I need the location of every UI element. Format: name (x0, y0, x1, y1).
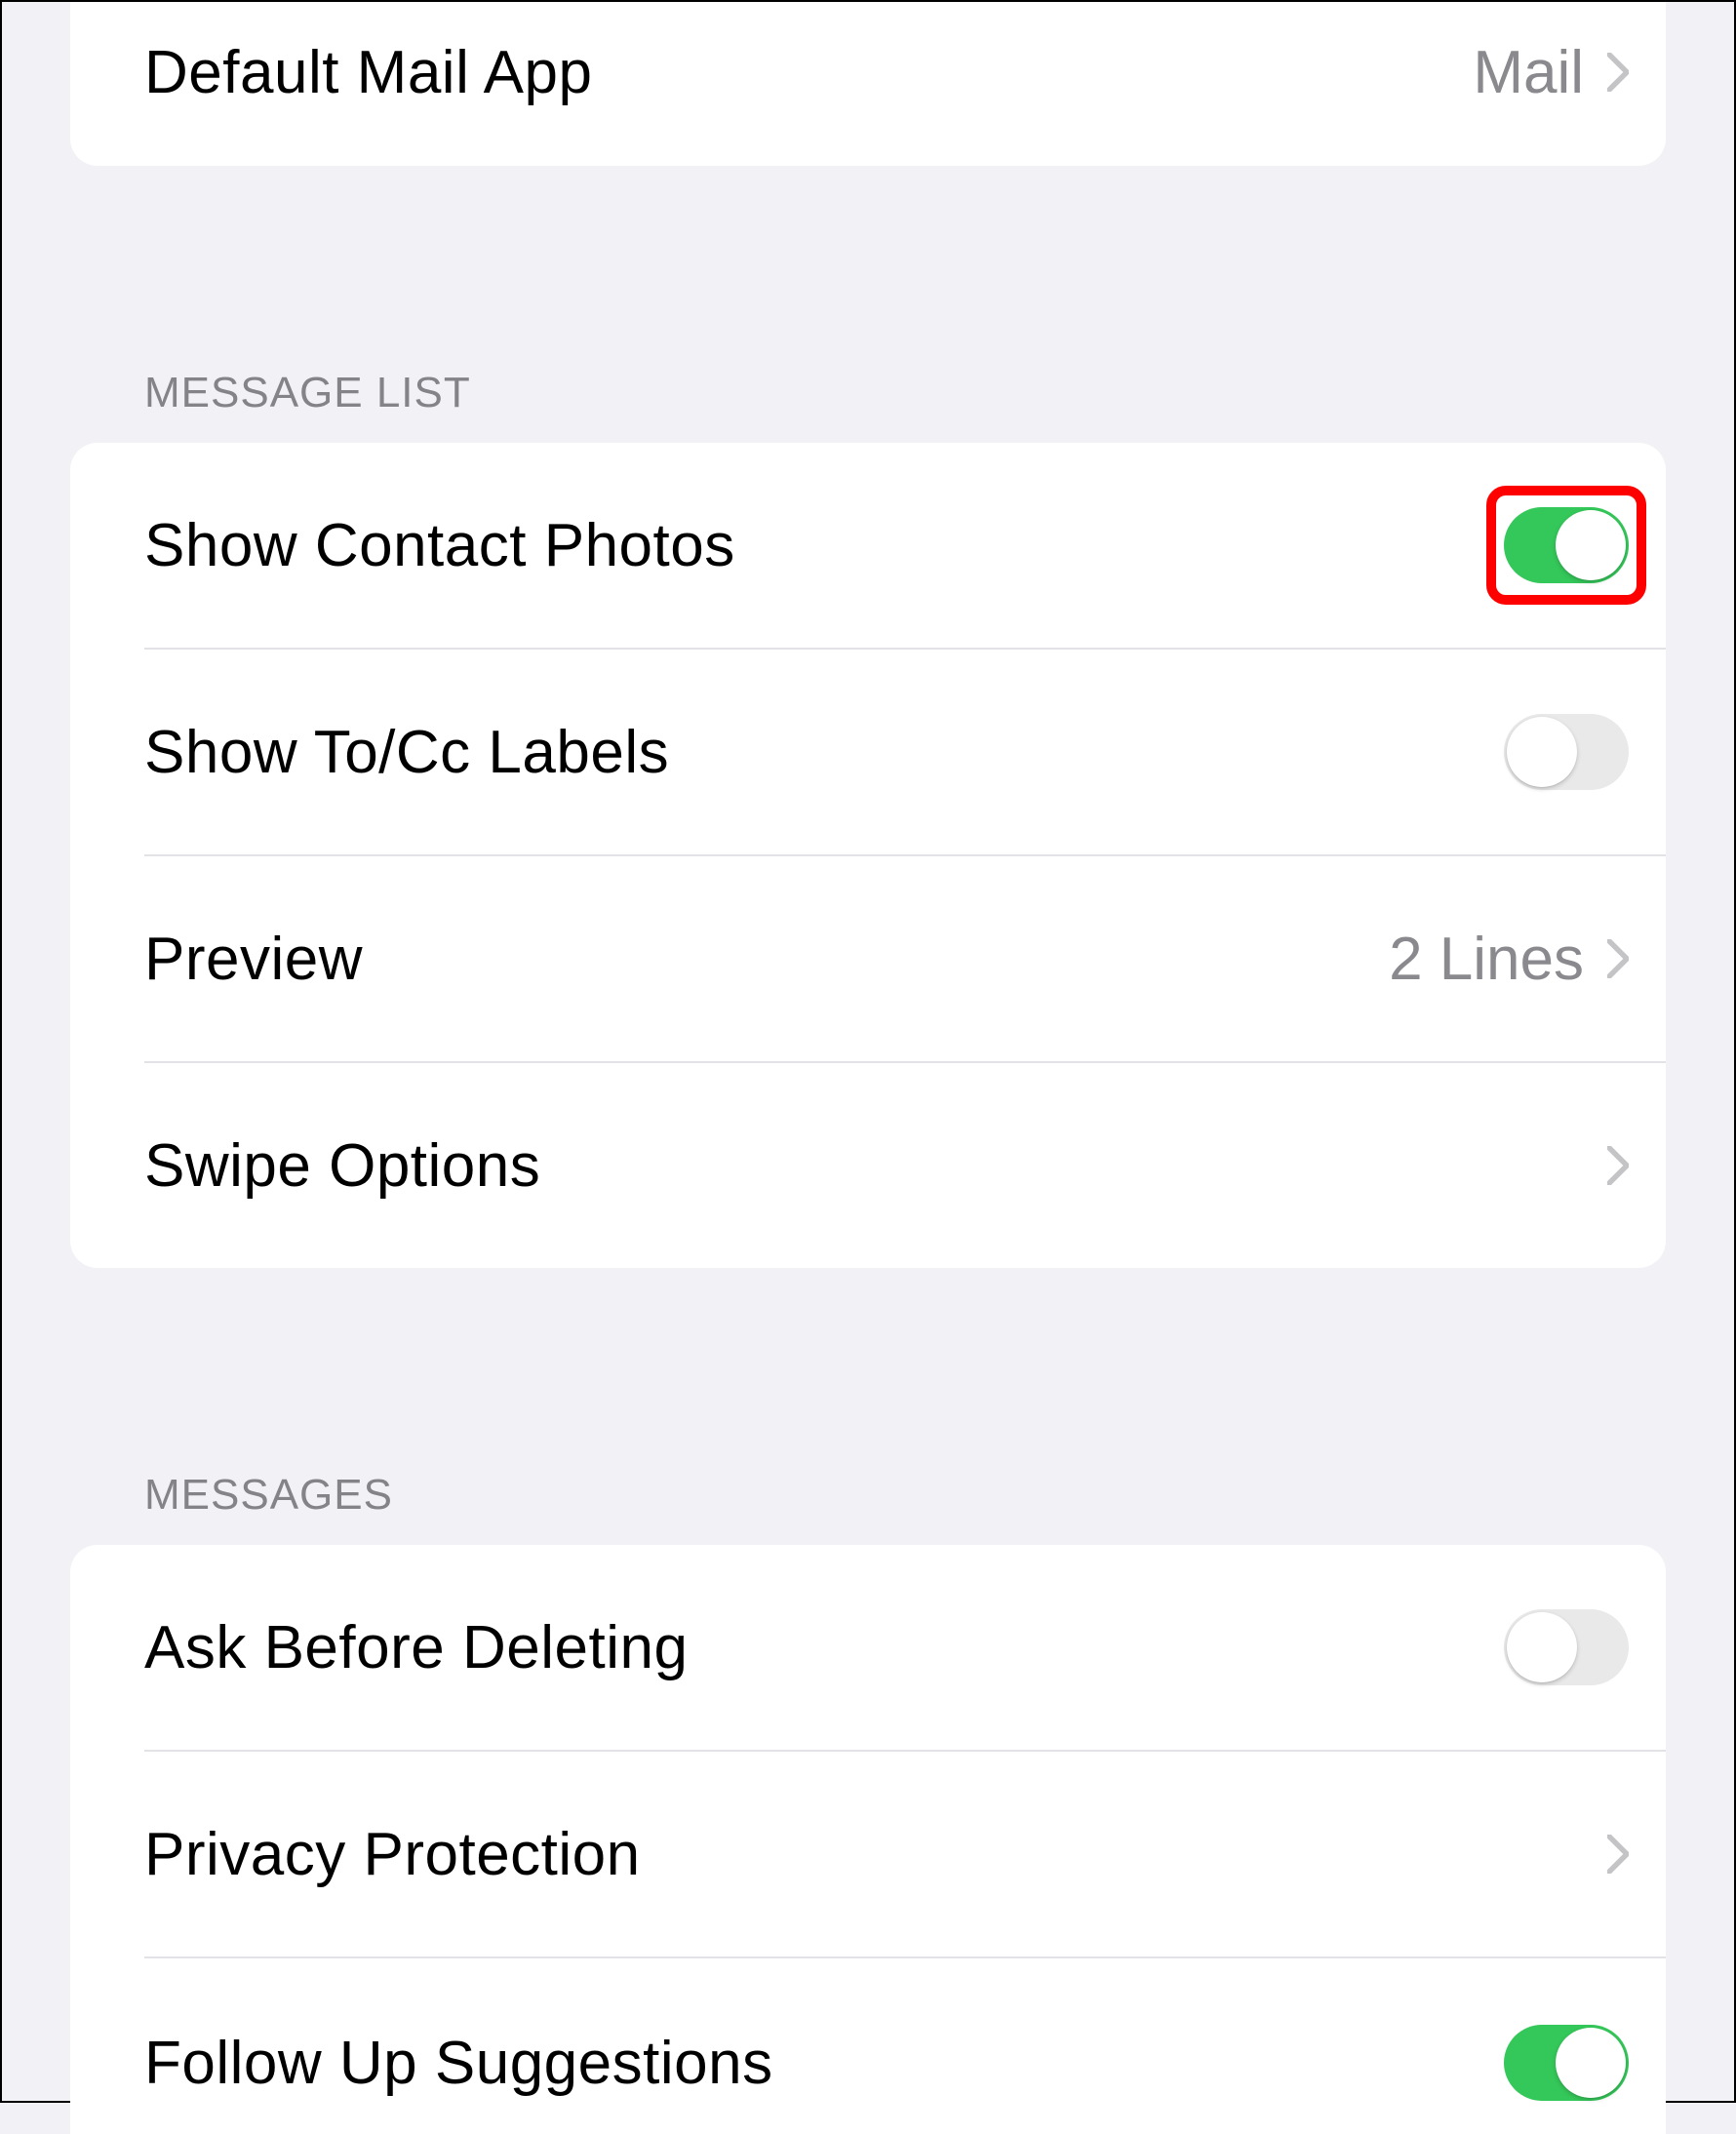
message-list-header: MESSAGE LIST (70, 369, 1666, 443)
chevron-right-icon (1607, 53, 1629, 92)
show-contact-photos-label: Show Contact Photos (144, 511, 735, 580)
show-tocc-labels-label: Show To/Cc Labels (144, 718, 669, 787)
privacy-protection-label: Privacy Protection (144, 1820, 641, 1889)
ask-before-deleting-row: Ask Before Deleting (70, 1545, 1666, 1750)
message-list-group: Show Contact Photos Show To/Cc Labels Pr… (70, 443, 1666, 1268)
messages-group: Ask Before Deleting Privacy Protection F… (70, 1545, 1666, 2134)
default-mail-app-label: Default Mail App (144, 38, 592, 107)
chevron-right-icon (1607, 939, 1629, 978)
ask-before-deleting-label: Ask Before Deleting (144, 1613, 688, 1682)
default-app-group: Default Mail App Mail (70, 2, 1666, 166)
default-mail-app-row[interactable]: Default Mail App Mail (70, 2, 1666, 166)
ask-before-deleting-toggle[interactable] (1504, 1609, 1629, 1685)
privacy-protection-row[interactable]: Privacy Protection (70, 1752, 1666, 1956)
follow-up-suggestions-toggle[interactable] (1504, 2025, 1629, 2101)
preview-value: 2 Lines (1389, 925, 1584, 994)
show-contact-photos-row: Show Contact Photos (70, 443, 1666, 648)
chevron-right-icon (1607, 1146, 1629, 1185)
messages-header: MESSAGES (70, 1471, 1666, 1545)
show-tocc-labels-toggle[interactable] (1504, 714, 1629, 790)
swipe-options-row[interactable]: Swipe Options (70, 1063, 1666, 1268)
follow-up-suggestions-row: Follow Up Suggestions (70, 1958, 1666, 2134)
show-tocc-labels-row: Show To/Cc Labels (70, 650, 1666, 854)
default-mail-app-value: Mail (1473, 38, 1584, 107)
follow-up-suggestions-label: Follow Up Suggestions (144, 2029, 773, 2098)
show-contact-photos-toggle[interactable] (1504, 507, 1629, 583)
preview-row[interactable]: Preview 2 Lines (70, 856, 1666, 1061)
swipe-options-label: Swipe Options (144, 1131, 540, 1201)
preview-label: Preview (144, 925, 363, 994)
chevron-right-icon (1607, 1835, 1629, 1874)
